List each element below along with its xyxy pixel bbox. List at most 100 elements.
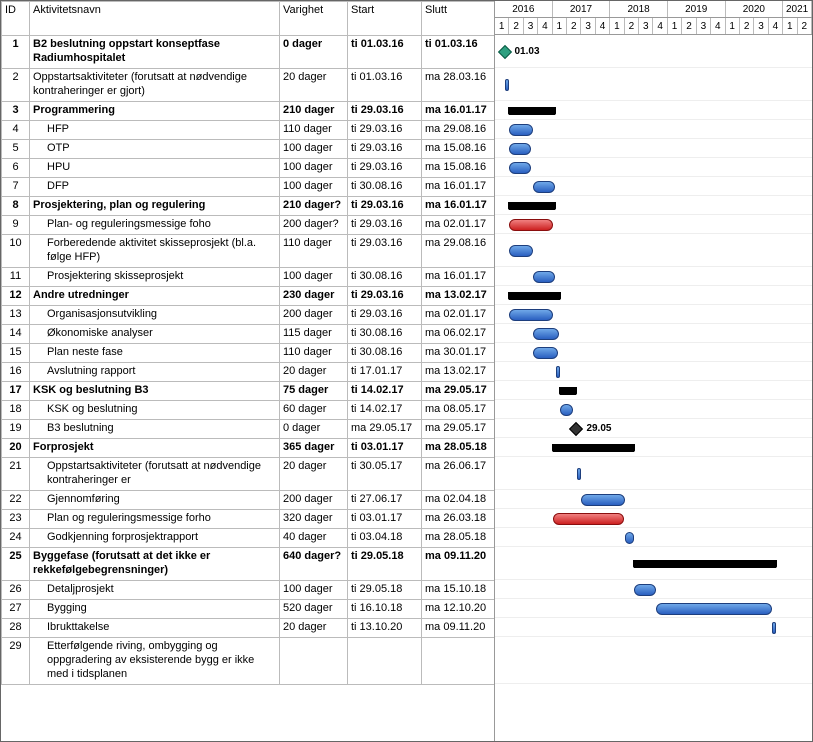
col-id[interactable]: ID [2,2,30,36]
table-row[interactable]: 28Ibrukttakelse20 dagerti 13.10.20ma 09.… [2,619,496,638]
table-row[interactable]: 10Forberedende aktivitet skisseprosjekt … [2,235,496,268]
table-row[interactable]: 2Oppstartsaktiviteter (forutsatt at nødv… [2,69,496,102]
table-row[interactable]: 5OTP100 dagerti 29.03.16ma 15.08.16 [2,140,496,159]
cell-id: 11 [2,268,30,287]
quarter-header: 3 [524,18,538,34]
table-row[interactable]: 22Gjennomføring200 dagerti 27.06.17ma 02… [2,491,496,510]
table-row[interactable]: 7DFP100 dagerti 30.08.16ma 16.01.17 [2,178,496,197]
cell-dur: 110 dager [280,235,348,268]
table-row[interactable]: 21Oppstartsaktiviteter (forutsatt at nød… [2,458,496,491]
cell-name: Andre utredninger [30,287,280,306]
gantt-bar[interactable] [581,494,625,506]
gantt-bar[interactable] [772,622,776,634]
cell-dur: 20 dager [280,69,348,102]
table-row[interactable]: 6HPU100 dagerti 29.03.16ma 15.08.16 [2,159,496,178]
cell-end: ma 28.03.16 [422,69,496,102]
cell-start: ti 27.06.17 [348,491,422,510]
gantt-chart[interactable]: 01.0329.05 [495,35,812,741]
table-row[interactable]: 3Programmering210 dagerti 29.03.16ma 16.… [2,102,496,121]
table-row[interactable]: 18KSK og beslutning60 dagerti 14.02.17ma… [2,401,496,420]
gantt-bar[interactable] [634,584,656,596]
table-row[interactable]: 12Andre utredninger230 dagerti 29.03.16m… [2,287,496,306]
col-dur[interactable]: Varighet [280,2,348,36]
col-name[interactable]: Aktivitetsnavn [30,2,280,36]
cell-end: ma 09.11.20 [422,619,496,638]
quarter-header: 2 [625,18,639,34]
quarter-header: 4 [769,18,783,34]
year-header: 2017 [553,1,611,17]
cell-id: 25 [2,548,30,581]
gantt-bar[interactable] [533,347,557,359]
gantt-bar[interactable] [577,468,581,480]
cell-dur: 0 dager [280,420,348,439]
gantt-bar[interactable] [505,79,509,91]
cell-end: ma 29.05.17 [422,420,496,439]
gantt-summary-bar[interactable] [509,107,555,115]
gantt-row [495,324,812,343]
year-header: 2020 [726,1,784,17]
gantt-bar[interactable] [553,513,624,525]
milestone-icon[interactable] [569,421,583,435]
table-row[interactable]: 19B3 beslutning0 dagerma 29.05.17ma 29.0… [2,420,496,439]
gantt-summary-bar[interactable] [634,560,776,568]
cell-dur: 230 dager [280,287,348,306]
table-row[interactable]: 23Plan og reguleringsmessige forho320 da… [2,510,496,529]
table-row[interactable]: 9Plan- og reguleringsmessige foho200 dag… [2,216,496,235]
gantt-bar[interactable] [509,245,533,257]
table-row[interactable]: 26Detaljprosjekt100 dagerti 29.05.18ma 1… [2,581,496,600]
table-row[interactable]: 1B2 beslutning oppstart konseptfase Radi… [2,36,496,69]
gantt-row [495,381,812,400]
table-row[interactable]: 20Forprosjekt365 dagerti 03.01.17ma 28.0… [2,439,496,458]
gantt-bar[interactable] [533,181,555,193]
gantt-summary-bar[interactable] [560,387,576,395]
milestone-icon[interactable] [497,44,511,58]
table-row[interactable]: 27Bygging520 dagerti 16.10.18ma 12.10.20 [2,600,496,619]
table-row[interactable]: 24Godkjenning forprosjektrapport40 dager… [2,529,496,548]
table-row[interactable]: 29Etterfølgende riving, ombygging og opp… [2,638,496,685]
gantt-row [495,158,812,177]
gantt-bar[interactable] [560,404,573,416]
table-row[interactable]: 8Prosjektering, plan og regulering210 da… [2,197,496,216]
gantt-row [495,547,812,580]
gantt-bar[interactable] [509,143,531,155]
col-end[interactable]: Slutt [422,2,496,36]
gantt-row: 29.05 [495,419,812,438]
table-row[interactable]: 15Plan neste fase110 dagerti 30.08.16ma … [2,344,496,363]
gantt-row [495,286,812,305]
table-row[interactable]: 17KSK og beslutning B375 dagerti 14.02.1… [2,382,496,401]
gantt-bar[interactable] [509,124,533,136]
col-start[interactable]: Start [348,2,422,36]
cell-end: ma 29.05.17 [422,382,496,401]
gantt-summary-bar[interactable] [509,202,555,210]
cell-name: Forprosjekt [30,439,280,458]
gantt-summary-bar[interactable] [553,444,634,452]
cell-name: Forberedende aktivitet skisseprosjekt (b… [30,235,280,268]
table-row[interactable]: 4HFP110 dagerti 29.03.16ma 29.08.16 [2,121,496,140]
table-row[interactable]: 13Organisasjonsutvikling200 dagerti 29.0… [2,306,496,325]
table-row[interactable]: 16Avslutning rapport20 dagerti 17.01.17m… [2,363,496,382]
gantt-bar[interactable] [509,162,531,174]
table-header-row: ID Aktivitetsnavn Varighet Start Slutt [2,2,496,36]
gantt-row [495,528,812,547]
cell-dur: 75 dager [280,382,348,401]
cell-name: Plan og reguleringsmessige forho [30,510,280,529]
cell-dur: 200 dager? [280,216,348,235]
gantt-bar[interactable] [556,366,560,378]
gantt-bar[interactable] [509,309,553,321]
cell-end: ma 28.05.18 [422,439,496,458]
gantt-bar[interactable] [533,328,558,340]
gantt-bar[interactable] [533,271,555,283]
cell-dur: 365 dager [280,439,348,458]
cell-name: Avslutning rapport [30,363,280,382]
quarter-header: 1 [668,18,682,34]
cell-id: 4 [2,121,30,140]
gantt-row [495,177,812,196]
table-row[interactable]: 11Prosjektering skisseprosjekt100 dagert… [2,268,496,287]
gantt-bar[interactable] [656,603,771,615]
gantt-bar[interactable] [625,532,634,544]
gantt-bar[interactable] [509,219,553,231]
cell-end: ma 28.05.18 [422,529,496,548]
gantt-summary-bar[interactable] [509,292,560,300]
table-row[interactable]: 14Økonomiske analyser115 dagerti 30.08.1… [2,325,496,344]
table-row[interactable]: 25Byggefase (forutsatt at det ikke er re… [2,548,496,581]
